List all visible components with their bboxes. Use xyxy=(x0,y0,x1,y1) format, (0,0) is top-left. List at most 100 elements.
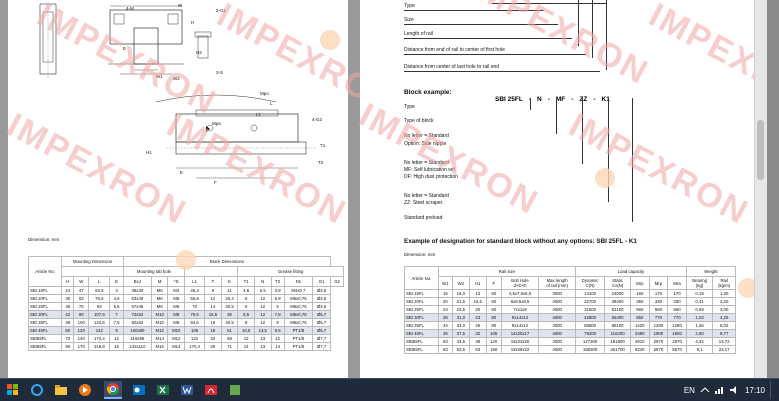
table-row: SBI 20FL 20 21,5 16,5 60 6x9,5x8,5 4000 22700 38… xyxy=(404,297,736,306)
table-cell: 4000 xyxy=(538,337,576,346)
start-button[interactable] xyxy=(4,381,22,399)
list-item: Type of block xyxy=(404,118,434,124)
drawing-label: W xyxy=(178,3,183,8)
table-cell: 23,17 xyxy=(712,345,736,354)
col-header: Weight xyxy=(685,266,737,277)
table-cell: 1420 xyxy=(629,321,650,330)
table-cell: 53x40 xyxy=(122,294,152,303)
table-cell: 4000 xyxy=(538,305,576,314)
table-cell: SBI 25FL xyxy=(27,302,63,311)
language-indicator[interactable]: EN xyxy=(684,386,695,395)
table-cell: M8 xyxy=(167,318,186,327)
taskbar-ie[interactable] xyxy=(28,381,46,399)
taskbar-outlook[interactable] xyxy=(130,381,148,399)
table-cell: 12 xyxy=(253,302,272,311)
table-cell: 3,00 xyxy=(712,305,736,314)
table-cell: 4000 xyxy=(538,321,576,330)
col-header: N1 xyxy=(283,276,314,287)
table-cell: 4000 xyxy=(538,345,576,354)
col-header: Bolt Hole d×D×h xyxy=(500,276,540,290)
table-cell: 850 xyxy=(629,313,650,322)
clock[interactable]: 17:10 xyxy=(745,386,765,395)
taskbar-media[interactable] xyxy=(76,381,94,399)
table-cell: SBI 30FL xyxy=(404,313,439,322)
table-cell: 63,8 xyxy=(88,286,111,295)
drawing-label: 4-M xyxy=(126,6,134,11)
table-cell: 42 xyxy=(61,310,75,319)
taskbar-explorer[interactable] xyxy=(52,381,70,399)
acrobat-icon xyxy=(205,385,217,395)
table-cell: 5,5 xyxy=(109,302,124,311)
network-icon[interactable] xyxy=(714,386,725,394)
table-cell: 94,6 xyxy=(184,318,206,327)
taskbar-excel[interactable] xyxy=(154,381,172,399)
taskbar-acrobat[interactable] xyxy=(202,381,220,399)
table-row: SBI 15FL 15 16,0 13 60 4,5x7,5x5,5 3000 14100 24… xyxy=(404,289,736,298)
table-row: SBI55FL 70 140 172,4 12 116x95 M14 M12 131 22 58 12… xyxy=(27,334,344,343)
table-cell: 14x20x17 xyxy=(500,329,540,338)
col-header: K xyxy=(220,276,239,287)
table-cell: 160 xyxy=(629,289,650,298)
block-example-label: Block example: xyxy=(404,89,452,96)
watermark: IMPEXRON xyxy=(562,105,755,233)
taskbar-app[interactable] xyxy=(226,381,244,399)
speaker-icon[interactable] xyxy=(729,386,740,394)
table-cell: 37,5 xyxy=(451,329,470,338)
table-cell: 82x62 xyxy=(122,318,152,327)
table-cell: 560 xyxy=(667,305,687,314)
table-cell: 8 xyxy=(270,318,285,327)
table-cell: 4000 xyxy=(538,313,576,322)
table-cell: 3000 xyxy=(538,289,576,298)
show-desktop-button[interactable] xyxy=(770,381,775,399)
table-cell: 4,42 xyxy=(685,337,714,346)
drawing-label: E xyxy=(123,46,127,51)
table-cell: 142 xyxy=(88,326,111,335)
table-cell: M4x0,7 xyxy=(283,286,314,295)
table-cell: 770 xyxy=(667,313,687,322)
table-row: SBI 25FL 23 23,5 20 60 7x11x9 4000 31500 52100 56… xyxy=(404,305,736,314)
table-cell: 23,5 xyxy=(451,305,470,314)
table-cell: 48 xyxy=(61,318,75,327)
table-cell: 79,6 xyxy=(184,310,206,319)
table-cell: 30 xyxy=(61,294,75,303)
table-cell: 25,4 xyxy=(220,294,239,303)
table-cell: 33,0 xyxy=(451,321,470,330)
table-cell: 9,1 xyxy=(685,345,714,354)
table-row: SBI 15FL 24 47 63,8 3 38x30 M5 M4 45,2 9 21 4,5 5,5 3… xyxy=(27,286,344,295)
table-cell: PT1/8 xyxy=(283,334,314,343)
table-cell: M6x0,75 xyxy=(283,318,314,327)
col-header: Dynamic C(N) xyxy=(574,276,606,290)
table-cell: 9x14x12 xyxy=(500,313,540,322)
pdf-viewer[interactable]: 4-M W 2-G1 H E H2 W1 W2 3-S Mpo L L1 4-G… xyxy=(0,0,767,378)
chevron-up-icon[interactable] xyxy=(700,386,710,394)
taskbar-word[interactable] xyxy=(178,381,196,399)
table-cell: Ø3,5 xyxy=(312,294,332,303)
table-cell: 108 xyxy=(184,326,206,335)
taskbar-chrome[interactable] xyxy=(104,381,122,399)
table-cell: 38x30 xyxy=(122,286,152,295)
table-cell: 4810 xyxy=(629,337,650,346)
list-item: No letter = Standard xyxy=(404,133,449,139)
table-cell: M8 xyxy=(167,310,186,319)
watermark: IMPEXRON xyxy=(642,0,767,123)
vertical-scrollbar[interactable] xyxy=(754,0,767,378)
col-header: L1 xyxy=(184,276,206,287)
drawing-label: 4-G2 xyxy=(312,117,323,122)
table-cell: 0,69 xyxy=(685,305,714,314)
table-cell: 18 xyxy=(204,318,222,327)
table-cell: M6x0,75 xyxy=(283,310,314,319)
table-cell: 22 xyxy=(204,334,222,343)
table-cell: 7x11x9 xyxy=(500,305,540,314)
table-cell: SBI 15FL xyxy=(27,286,63,295)
table-cell: 32 xyxy=(468,329,487,338)
table-cell: 40,5 xyxy=(220,318,239,327)
dimension-note: Dimension: mm xyxy=(404,252,436,257)
table-cell: 92 xyxy=(88,302,111,311)
table-cell: 12 xyxy=(253,294,272,303)
list-item: Standard preload xyxy=(404,215,443,221)
table-cell: 47 xyxy=(73,286,90,295)
code-part: MF xyxy=(555,96,566,103)
scrollbar-thumb[interactable] xyxy=(757,120,764,180)
table-cell: 330 xyxy=(648,297,669,306)
col-header: BxJ xyxy=(122,276,152,287)
